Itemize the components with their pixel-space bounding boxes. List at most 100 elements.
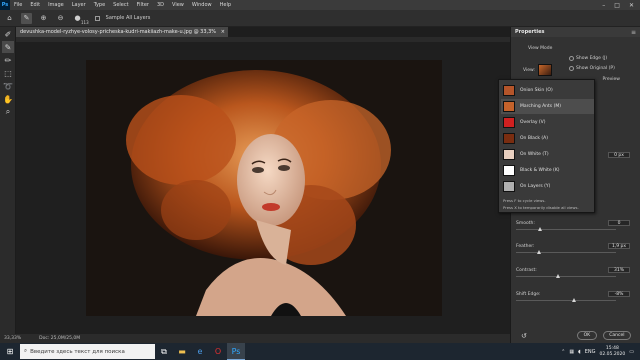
refine-brush-icon[interactable]: ✎ bbox=[21, 12, 32, 24]
ok-button[interactable]: OK bbox=[576, 331, 597, 340]
windows-start-icon[interactable]: ⊞ bbox=[0, 343, 20, 360]
feather-track[interactable] bbox=[516, 252, 616, 253]
contrast-slider-row: Contrast: 31% bbox=[516, 267, 636, 278]
home-icon[interactable]: ⌂ bbox=[4, 13, 15, 24]
preview-label[interactable]: Preview bbox=[602, 77, 620, 82]
view-option-label: Marching Ants (M) bbox=[520, 104, 561, 109]
horizontal-ruler bbox=[16, 37, 510, 42]
view-option-label: On White (T) bbox=[520, 152, 549, 157]
windows-taskbar: ⊞ ⌕ Введите здесь текст для поиска ⧉ ▬ e… bbox=[0, 343, 640, 360]
feather-label: Feather: bbox=[516, 244, 535, 249]
view-mode-thumbnail[interactable] bbox=[538, 64, 552, 76]
edge-browser-icon[interactable]: e bbox=[191, 343, 209, 360]
show-original-radio[interactable] bbox=[569, 66, 574, 71]
contrast-value[interactable]: 31% bbox=[608, 267, 630, 273]
view-option-on-white[interactable]: On White (T) bbox=[501, 147, 594, 162]
menu-view[interactable]: View bbox=[168, 2, 188, 8]
file-explorer-icon[interactable]: ▬ bbox=[173, 343, 191, 360]
maximize-button[interactable]: □ bbox=[614, 2, 620, 9]
menu-file[interactable]: File bbox=[10, 2, 26, 8]
dropdown-hint-disable: Press X to temporarily disable all views… bbox=[503, 205, 579, 210]
clock[interactable]: 15:48 02.05.2020 bbox=[600, 346, 626, 358]
cancel-button[interactable]: Cancel bbox=[602, 331, 631, 340]
view-thumbnail bbox=[503, 133, 515, 144]
reset-icon[interactable]: ↺ bbox=[521, 332, 527, 340]
tab-close-icon[interactable]: × bbox=[221, 27, 225, 37]
menu-help[interactable]: Help bbox=[216, 2, 235, 8]
smooth-value[interactable]: 0 bbox=[608, 220, 630, 226]
view-thumbnail bbox=[503, 181, 515, 192]
view-option-black-white[interactable]: Black & White (K) bbox=[501, 163, 594, 178]
task-view-icon[interactable]: ⧉ bbox=[155, 343, 173, 360]
close-button[interactable]: ✕ bbox=[629, 2, 634, 9]
view-thumbnail bbox=[503, 149, 515, 160]
sample-all-layers-checkbox[interactable] bbox=[94, 15, 100, 21]
view-option-overlay[interactable]: Overlay (V) bbox=[501, 115, 594, 130]
tray-chevron-icon[interactable]: ⌃ bbox=[561, 349, 565, 355]
view-option-on-black[interactable]: On Black (A) bbox=[501, 131, 594, 146]
view-thumbnail bbox=[503, 117, 515, 128]
show-edge-radio[interactable] bbox=[569, 56, 574, 61]
subtract-mode-icon[interactable]: ⊖ bbox=[55, 13, 66, 24]
view-option-onion-skin[interactable]: Onion Skin (O) bbox=[501, 83, 594, 98]
photo-illustration bbox=[86, 60, 442, 316]
document-tab[interactable]: devushka-model-ryzhye-volosy-pricheska-k… bbox=[16, 27, 228, 45]
zoom-tool-icon[interactable]: ⌕ bbox=[2, 106, 14, 118]
menu-3d[interactable]: 3D bbox=[153, 2, 168, 8]
quick-selection-tool-icon[interactable]: ✐ bbox=[2, 28, 14, 40]
contrast-label: Contrast: bbox=[516, 268, 537, 273]
add-mode-icon[interactable]: ⊕ bbox=[38, 13, 49, 24]
shift-edge-label: Shift Edge: bbox=[516, 292, 541, 297]
menu-layer[interactable]: Layer bbox=[68, 2, 90, 8]
shift-edge-track[interactable] bbox=[516, 300, 616, 301]
shift-edge-slider-row: Shift Edge: -8% bbox=[516, 291, 636, 302]
shift-edge-slider-thumb[interactable] bbox=[572, 298, 576, 302]
show-original-option[interactable]: Show Original (P) bbox=[569, 66, 615, 71]
opera-browser-icon[interactable]: O bbox=[209, 343, 227, 360]
feather-value[interactable]: 1,9 px bbox=[608, 243, 630, 249]
lasso-tool-icon[interactable]: ➰ bbox=[2, 80, 14, 92]
feather-slider-thumb[interactable] bbox=[537, 250, 541, 254]
brush-size-value: 113 bbox=[81, 19, 89, 25]
network-icon[interactable]: ▦ bbox=[569, 349, 574, 355]
contrast-slider-thumb[interactable] bbox=[556, 274, 560, 278]
smooth-slider-row: Smooth: 0 bbox=[516, 220, 636, 231]
view-option-label: Black & White (K) bbox=[520, 168, 560, 173]
dropdown-hint-cycle: Press F to cycle views. bbox=[503, 198, 546, 203]
object-selection-icon[interactable]: ⬚ bbox=[2, 67, 14, 79]
document-photo[interactable] bbox=[86, 60, 442, 316]
smooth-slider-thumb[interactable] bbox=[538, 227, 542, 231]
zoom-level[interactable]: 33,33% bbox=[4, 336, 21, 341]
properties-tab[interactable]: Properties bbox=[515, 29, 544, 35]
refine-edge-brush-icon[interactable]: ✎ bbox=[2, 41, 14, 53]
menu-window[interactable]: Window bbox=[188, 2, 216, 8]
volume-icon[interactable]: ◖ bbox=[578, 349, 581, 355]
view-option-on-layers[interactable]: On Layers (Y) bbox=[501, 179, 594, 194]
photoshop-taskbar-icon[interactable]: Ps bbox=[227, 343, 245, 360]
notifications-icon[interactable]: ▭ bbox=[629, 349, 634, 355]
hand-tool-icon[interactable]: ✋ bbox=[2, 93, 14, 105]
menu-edit[interactable]: Edit bbox=[26, 2, 44, 8]
properties-tab-bar: Properties ≡ bbox=[511, 27, 640, 37]
taskbar-search[interactable]: ⌕ Введите здесь текст для поиска bbox=[20, 344, 155, 359]
view-option-label: On Layers (Y) bbox=[520, 184, 551, 189]
view-thumbnail bbox=[503, 85, 515, 96]
view-option-marching-ants[interactable]: Marching Ants (M) bbox=[501, 99, 594, 114]
search-icon: ⌕ bbox=[24, 348, 28, 354]
show-edge-option[interactable]: Show Edge (J) bbox=[569, 56, 607, 61]
menu-image[interactable]: Image bbox=[44, 2, 68, 8]
panel-menu-icon[interactable]: ≡ bbox=[631, 29, 640, 36]
menu-select[interactable]: Select bbox=[109, 2, 132, 8]
contrast-track[interactable] bbox=[516, 276, 616, 277]
document-info: Doc: 25,0M/25,0M bbox=[39, 336, 81, 341]
minimize-button[interactable]: – bbox=[602, 2, 605, 9]
menu-type[interactable]: Type bbox=[90, 2, 109, 8]
language-indicator[interactable]: ENG bbox=[585, 349, 596, 355]
brush-tool-icon[interactable]: ✏ bbox=[2, 54, 14, 66]
radius-value[interactable]: 0 px bbox=[608, 152, 630, 158]
sample-all-layers-label: Sample All Layers bbox=[105, 15, 151, 21]
smooth-track[interactable] bbox=[516, 229, 616, 230]
view-label: View: bbox=[523, 68, 535, 73]
menu-filter[interactable]: Filter bbox=[133, 2, 153, 8]
shift-edge-value[interactable]: -8% bbox=[608, 291, 630, 297]
